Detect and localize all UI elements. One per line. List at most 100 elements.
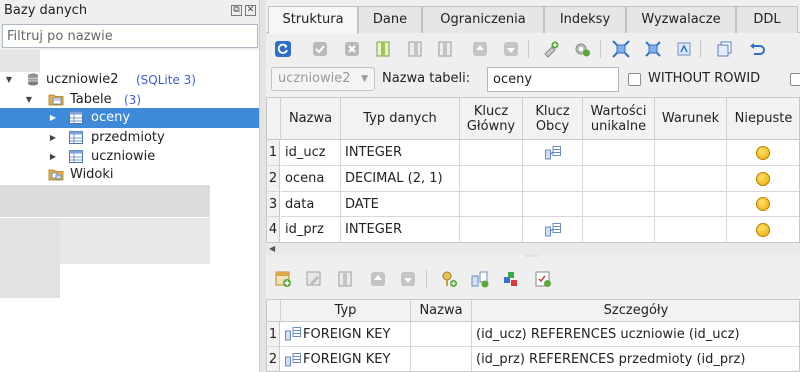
add-index-icon[interactable] (542, 40, 560, 58)
unique-cell[interactable] (583, 166, 655, 192)
check-cell[interactable] (655, 140, 727, 166)
column-name-cell[interactable]: id_ucz (281, 140, 341, 166)
pk-cell[interactable] (460, 140, 523, 166)
close-panel-icon[interactable]: ✕ (245, 5, 256, 16)
constraint-details-cell[interactable]: (id_prz) REFERENCES przedmioty (id_prz) (472, 347, 799, 371)
row-number[interactable]: 1 (267, 322, 280, 347)
unique-cell[interactable] (583, 140, 655, 166)
undo-icon[interactable] (748, 40, 766, 58)
column-header[interactable]: Klucz Główny (460, 98, 523, 140)
not-null-cell[interactable] (727, 140, 799, 166)
tree-item-tables[interactable]: ▼ Tabele (3) (0, 90, 259, 110)
not-null-cell[interactable] (727, 217, 799, 242)
tree-item-table-uczniowie[interactable]: ▶ uczniowie (0, 147, 259, 167)
extra-checkbox[interactable] (790, 73, 800, 86)
collapse-arrow-icon[interactable]: ▼ (24, 90, 34, 110)
unique-cell[interactable] (583, 192, 655, 217)
expand-icon[interactable] (612, 40, 630, 58)
add-trigger-icon[interactable] (573, 40, 591, 58)
add-column-before-icon[interactable] (406, 40, 424, 58)
refresh-icon[interactable] (274, 40, 292, 58)
tab-indeksy[interactable]: Indeksy (544, 6, 626, 33)
constraint-details-cell[interactable]: (id_ucz) REFERENCES uczniowie (id_ucz) (472, 322, 799, 347)
delete-column-icon[interactable] (436, 40, 454, 58)
tab-ograniczenia[interactable]: Ograniczenia (422, 6, 544, 33)
column-header[interactable]: Wartości unikalne (583, 98, 655, 140)
edit-constraint-icon[interactable] (305, 270, 323, 288)
tree-item-database[interactable]: ▼ uczniowie2 (SQLite 3) (0, 70, 259, 90)
column-name-cell[interactable]: id_prz (281, 217, 341, 242)
fk-cell[interactable] (523, 166, 583, 192)
move-down-icon[interactable] (502, 40, 520, 58)
scroll-left-icon[interactable]: ◀ (269, 243, 275, 255)
fk-cell[interactable] (523, 192, 583, 217)
column-header[interactable]: Typ danych (341, 98, 460, 140)
column-header[interactable]: Szczegóły (472, 300, 799, 322)
column-header[interactable]: Klucz Obcy (523, 98, 583, 140)
collapse-arrow-icon[interactable]: ▼ (4, 70, 14, 90)
expand-arrow-icon[interactable]: ▶ (48, 147, 58, 167)
pk-cell[interactable] (460, 166, 523, 192)
check-cell[interactable] (655, 192, 727, 217)
constraint-type-cell[interactable]: FOREIGN KEY (281, 347, 411, 371)
row-number[interactable]: 3 (267, 192, 280, 217)
tab-ddl[interactable]: DDL (736, 6, 798, 33)
splitter-handle[interactable]: ····· (526, 253, 540, 261)
row-number[interactable]: 2 (267, 166, 280, 192)
move-up-icon[interactable] (471, 40, 489, 58)
move-down-icon[interactable] (399, 270, 417, 288)
not-null-cell[interactable] (727, 166, 799, 192)
expand-arrow-icon[interactable]: ▶ (48, 128, 58, 148)
delete-constraint-icon[interactable] (336, 270, 354, 288)
row-number[interactable]: 1 (267, 140, 280, 166)
panel-splitter[interactable] (259, 0, 266, 372)
tab-struktura[interactable]: Struktura (268, 6, 358, 34)
copy-icon[interactable] (716, 40, 734, 58)
tab-wyzwalacze[interactable]: Wyzwalacze (626, 6, 736, 33)
unique-cell[interactable] (583, 217, 655, 242)
row-number[interactable]: 2 (267, 347, 280, 371)
without-rowid-checkbox[interactable] (628, 73, 641, 86)
data-type-cell[interactable]: INTEGER (341, 217, 460, 242)
add-constraint-icon[interactable] (274, 270, 292, 288)
tree-item-views[interactable]: Widoki (0, 165, 259, 185)
column-name-cell[interactable]: ocena (281, 166, 341, 192)
column-name-cell[interactable]: data (281, 192, 341, 217)
data-type-cell[interactable]: INTEGER (341, 140, 460, 166)
table-name-input[interactable] (487, 67, 619, 92)
constraint-type-cell[interactable]: FOREIGN KEY (281, 322, 411, 347)
data-type-cell[interactable]: DATE (341, 192, 460, 217)
float-panel-icon[interactable]: ⧉ (231, 5, 242, 16)
pk-cell[interactable] (460, 192, 523, 217)
expand-arrow-icon[interactable]: ▶ (48, 108, 58, 128)
check-cell[interactable] (655, 166, 727, 192)
column-header[interactable]: Nazwa (411, 300, 472, 322)
fk-cell[interactable] (523, 140, 583, 166)
move-up-icon[interactable] (369, 270, 387, 288)
filter-input[interactable] (2, 24, 258, 48)
tab-dane[interactable]: Dane (358, 6, 422, 33)
add-fk-icon[interactable] (471, 270, 489, 288)
constraint-name-cell[interactable] (411, 347, 472, 371)
tree-item-table-oceny[interactable]: ▶ oceny (0, 108, 259, 128)
column-header[interactable]: Nazwa (281, 98, 341, 140)
fk-cell[interactable] (523, 217, 583, 242)
database-combo[interactable]: uczniowie2 ▼ (271, 67, 375, 91)
tree-item-table-przedmioty[interactable]: ▶ przedmioty (0, 128, 259, 148)
collapse-icon[interactable] (644, 40, 662, 58)
column-header[interactable]: Typ (281, 300, 411, 322)
rollback-icon[interactable] (343, 40, 361, 58)
constraint-name-cell[interactable] (411, 322, 472, 347)
column-header[interactable]: Niepuste (727, 98, 799, 140)
add-pk-icon[interactable] (440, 270, 458, 288)
import-icon[interactable] (675, 40, 693, 58)
add-unique-icon[interactable] (502, 270, 520, 288)
commit-icon[interactable] (311, 40, 329, 58)
column-header[interactable]: Warunek (655, 98, 727, 140)
add-column-icon[interactable] (374, 40, 392, 58)
check-cell[interactable] (655, 217, 727, 242)
row-number[interactable]: 4 (267, 217, 280, 242)
data-type-cell[interactable]: DECIMAL (2, 1) (341, 166, 460, 192)
pk-cell[interactable] (460, 217, 523, 242)
not-null-cell[interactable] (727, 192, 799, 217)
